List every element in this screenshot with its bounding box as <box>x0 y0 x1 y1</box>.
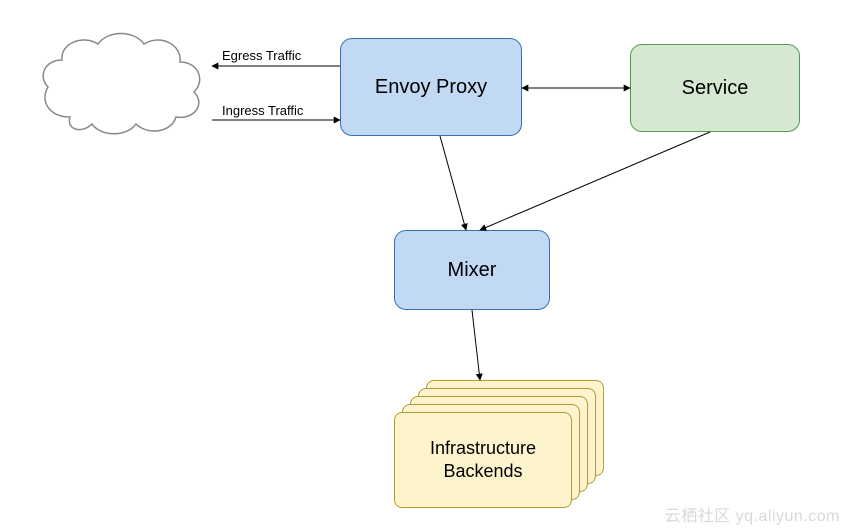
infra-backends-node: Infrastructure Backends <box>394 412 572 508</box>
egress-traffic-label: Egress Traffic <box>222 48 301 63</box>
mixer-node: Mixer <box>394 230 550 310</box>
edge-mixer-infra <box>472 310 480 380</box>
watermark: 云栖社区 yq.aliyun.com <box>665 502 840 526</box>
edge-envoy-mixer <box>440 136 466 230</box>
ingress-traffic-label: Ingress Traffic <box>222 103 303 118</box>
service-label: Service <box>682 77 749 100</box>
mixer-label: Mixer <box>448 259 497 282</box>
cloud-node <box>30 22 210 152</box>
service-node: Service <box>630 44 800 132</box>
edge-service-mixer <box>480 132 710 230</box>
infra-label-line2: Backends <box>443 461 522 481</box>
envoy-proxy-label: Envoy Proxy <box>375 76 487 99</box>
infra-label-line1: Infrastructure <box>430 438 536 458</box>
envoy-proxy-node: Envoy Proxy <box>340 38 522 136</box>
